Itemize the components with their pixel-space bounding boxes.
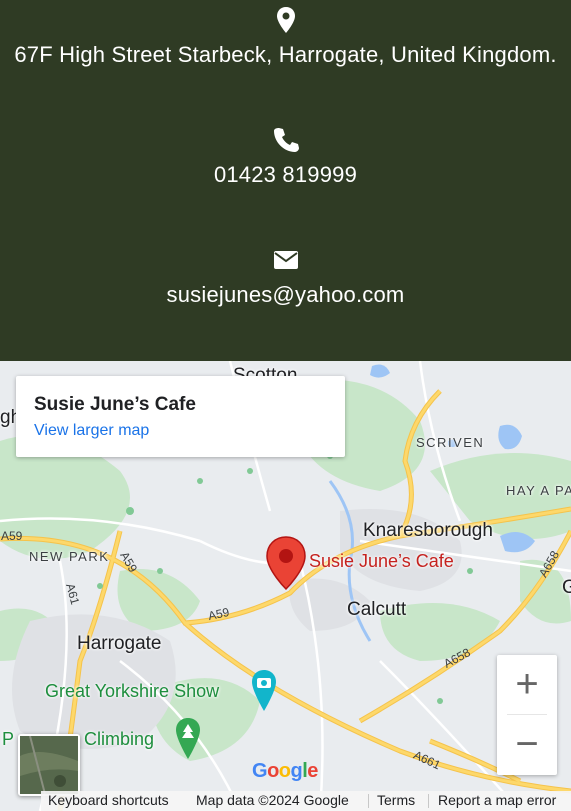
zoom-controls: + − xyxy=(497,655,557,775)
phone-block: 01423 819999 xyxy=(0,126,571,188)
area-label-scriven: SCRIVEN xyxy=(416,435,485,450)
map-marker-icon xyxy=(276,7,295,33)
map-data-text: Map data ©2024 Google xyxy=(196,792,349,808)
footer-divider xyxy=(368,794,369,808)
area-label-hay-a-pa: HAY A PA xyxy=(506,483,571,498)
road-label-a59-left: A59 xyxy=(1,529,23,543)
map-attribution-bar: Keyboard shortcuts Map data ©2024 Google… xyxy=(41,791,571,811)
zoom-out-button[interactable]: − xyxy=(497,715,557,774)
address-block: 67F High Street Starbeck, Harrogate, Uni… xyxy=(0,6,571,68)
zoom-in-button[interactable]: + xyxy=(497,655,557,714)
email-link[interactable]: susiejunes@yahoo.com xyxy=(0,282,571,308)
area-label-new-park: NEW PARK xyxy=(29,549,110,564)
place-label-edge-g: G xyxy=(562,577,571,598)
map-type-toggle[interactable] xyxy=(18,734,80,796)
google-map-embed[interactable]: Scotton gh SCRIVEN HAY A PA Knaresboroug… xyxy=(0,361,571,811)
satellite-preview-icon xyxy=(20,735,78,795)
contact-section: 67F High Street Starbeck, Harrogate, Uni… xyxy=(0,0,571,361)
poi-label-edge-p: P xyxy=(2,729,15,749)
park-poi-icon[interactable] xyxy=(174,717,202,761)
place-title: Susie June’s Cafe xyxy=(34,394,196,415)
place-label-calcutt: Calcutt xyxy=(347,599,407,620)
place-info-card: Susie June’s Cafe View larger map xyxy=(16,376,345,457)
poi-label-great-yorkshire-show[interactable]: Great Yorkshire Show xyxy=(45,681,219,702)
report-map-error-link[interactable]: Report a map error xyxy=(438,792,556,808)
pin-label[interactable]: Susie June’s Cafe xyxy=(309,551,454,572)
phone-icon xyxy=(273,128,299,152)
address-text: 67F High Street Starbeck, Harrogate, Uni… xyxy=(14,42,557,67)
keyboard-shortcuts-button[interactable]: Keyboard shortcuts xyxy=(48,792,169,808)
footer-divider xyxy=(428,794,429,808)
envelope-icon xyxy=(273,251,298,269)
terms-link[interactable]: Terms xyxy=(377,792,415,808)
place-label-harrogate: Harrogate xyxy=(77,633,162,654)
email-block: susiejunes@yahoo.com xyxy=(0,246,571,308)
poi-label-climbing[interactable]: Climbing xyxy=(84,729,154,750)
camera-poi-icon[interactable] xyxy=(250,669,278,713)
phone-link[interactable]: 01423 819999 xyxy=(0,162,571,188)
place-label-knaresborough: Knaresborough xyxy=(363,520,493,541)
google-logo: Google xyxy=(252,760,318,782)
view-larger-map-link[interactable]: View larger map xyxy=(34,422,149,440)
location-pin-icon[interactable] xyxy=(265,535,307,591)
